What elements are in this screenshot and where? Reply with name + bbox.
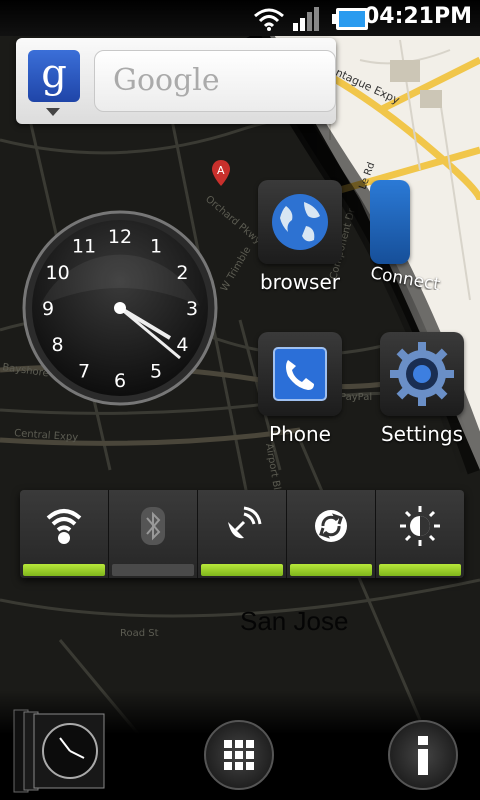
clock-numeral: 7 [78, 360, 90, 382]
search-placeholder: Google [113, 63, 220, 98]
app-label-connect: Connect [370, 263, 442, 290]
clock-numeral: 3 [186, 298, 198, 320]
info-button[interactable] [388, 720, 458, 790]
gear-icon [380, 332, 464, 416]
sync-icon [315, 510, 347, 542]
globe-icon [258, 180, 342, 264]
map-city-label: San Jose [240, 606, 349, 636]
phone-icon [258, 332, 342, 416]
app-label-browser: browser [259, 270, 341, 294]
power-control-widget [20, 490, 464, 578]
wifi-toggle-indicator [23, 564, 105, 576]
connect-app[interactable]: Connect [370, 180, 450, 290]
app-drawer-button[interactable] [204, 720, 274, 790]
status-time: 04:21PM [363, 4, 472, 29]
clock-numeral: 11 [72, 236, 96, 258]
bluetooth-toggle-indicator [112, 564, 194, 576]
google-logo-icon[interactable]: g [28, 50, 80, 102]
sync-toggle[interactable] [287, 490, 376, 578]
cell-signal-icon [293, 7, 319, 31]
clock-numeral: 1 [150, 236, 162, 258]
clock-numeral: 8 [52, 334, 64, 356]
clock-numeral: 9 [42, 298, 54, 320]
wifi-icon [46, 509, 82, 544]
search-input[interactable]: Google [94, 50, 336, 112]
clock-app-thumbnail-icon[interactable] [10, 708, 106, 794]
clock-numeral: 6 [114, 370, 126, 392]
clock-numeral: 12 [108, 226, 132, 248]
connect-icon [370, 180, 410, 264]
chevron-down-icon[interactable] [46, 108, 60, 116]
brightness-toggle[interactable] [376, 490, 464, 578]
gps-satellite-icon [228, 506, 262, 539]
clock-numeral: 5 [150, 360, 162, 382]
info-icon [418, 736, 428, 775]
clock-numeral: 10 [46, 262, 70, 284]
analog-clock-widget[interactable]: 12 12 3 45 6 78 9 1011 [22, 210, 218, 406]
brightness-icon [400, 506, 440, 546]
clock-numeral: 2 [176, 262, 188, 284]
settings-app[interactable]: Settings [370, 332, 474, 446]
google-search-widget[interactable]: g Google [16, 38, 336, 124]
gps-toggle-indicator [201, 564, 283, 576]
bluetooth-icon [141, 507, 165, 545]
sync-toggle-indicator [290, 564, 372, 576]
brightness-toggle-indicator [379, 564, 461, 576]
status-bar: 04:21PM [0, 0, 480, 36]
gps-toggle[interactable] [198, 490, 287, 578]
bluetooth-toggle[interactable] [109, 490, 198, 578]
wifi-toggle[interactable] [20, 490, 109, 578]
app-label-settings: Settings [380, 422, 464, 446]
app-label-phone: Phone [269, 422, 331, 446]
browser-app[interactable]: browser [248, 180, 352, 294]
apps-grid-icon [224, 740, 254, 770]
phone-app[interactable]: Phone [248, 332, 352, 446]
wifi-signal-icon [254, 8, 284, 31]
clock-numeral: 4 [176, 334, 188, 356]
